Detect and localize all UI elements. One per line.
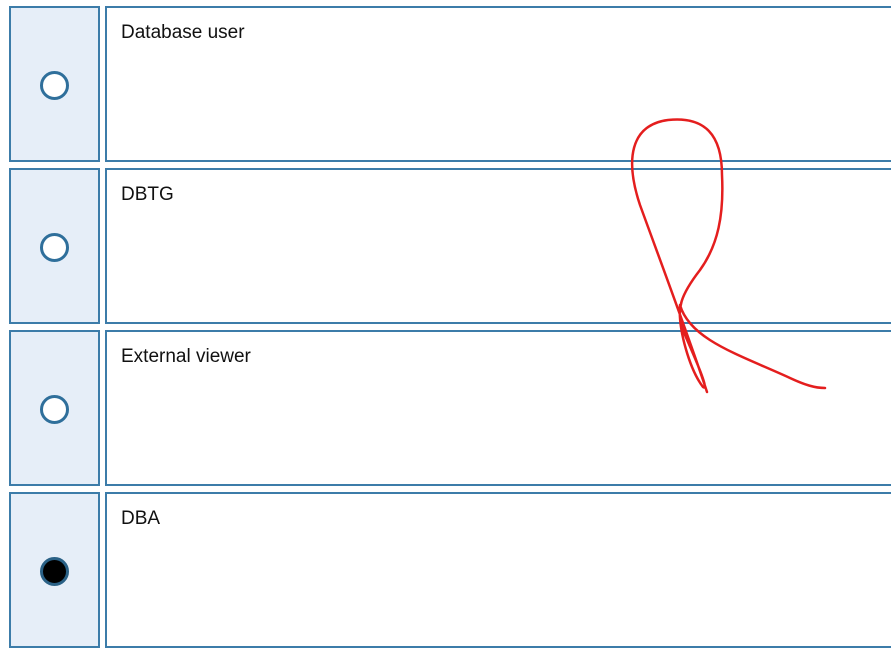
option-row-database-user[interactable]: Database user (9, 6, 891, 164)
option-row-dba[interactable]: DBA (9, 492, 891, 650)
option-row-external-viewer[interactable]: External viewer (9, 330, 891, 488)
radio-button-database-user[interactable] (40, 71, 69, 100)
option-row-dbtg[interactable]: DBTG (9, 168, 891, 326)
radio-button-external-viewer[interactable] (40, 395, 69, 424)
answer-options: Database user DBTG External viewer DBA (0, 0, 891, 648)
option-text-cell[interactable]: DBTG (105, 168, 891, 324)
option-label: DBA (121, 508, 161, 529)
option-label: Database user (121, 22, 245, 43)
radio-button-dba[interactable] (40, 557, 69, 586)
radio-button-dbtg[interactable] (40, 233, 69, 262)
option-label: DBTG (121, 184, 174, 205)
radio-cell[interactable] (9, 330, 100, 486)
radio-cell[interactable] (9, 492, 100, 648)
option-text-cell[interactable]: External viewer (105, 330, 891, 486)
option-text-cell[interactable]: DBA (105, 492, 891, 648)
option-text-cell[interactable]: Database user (105, 6, 891, 162)
option-label: External viewer (121, 346, 251, 367)
radio-cell[interactable] (9, 168, 100, 324)
radio-cell[interactable] (9, 6, 100, 162)
